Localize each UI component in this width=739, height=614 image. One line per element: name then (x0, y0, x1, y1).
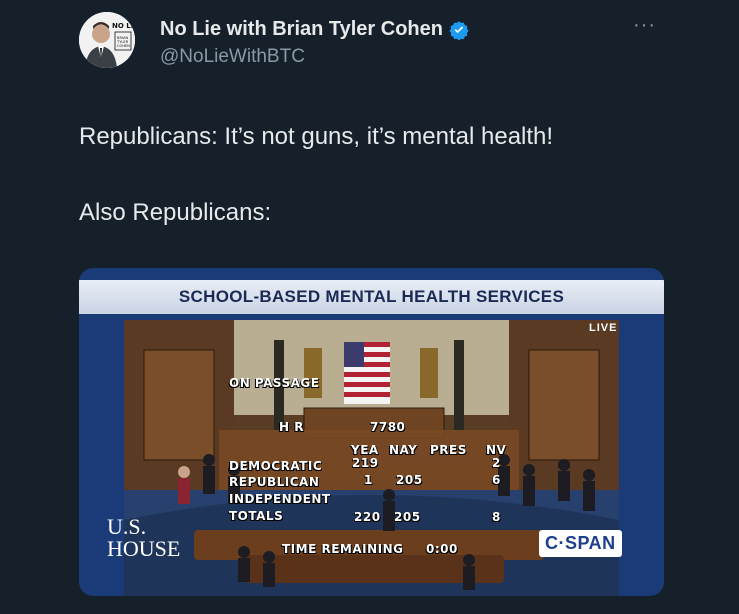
avatar[interactable]: NO LIE BRIAN TYLER COHEN (79, 12, 135, 68)
row-democratic: DEMOCRATIC (229, 459, 323, 473)
us-house-logo: U.S. HOUSE (107, 516, 180, 560)
tweet-text-line-2: Also Republicans: (79, 199, 272, 226)
dem-yea: 219 (352, 456, 379, 470)
col-nay: NAY (389, 443, 418, 457)
rep-nv: 6 (492, 473, 501, 487)
time-remaining-label: TIME REMAINING (282, 542, 404, 556)
on-passage-label: ON PASSAGE (229, 376, 320, 390)
tweet-text: Republicans: It’s not guns, it’s mental … (79, 120, 699, 272)
col-yea: YEA (351, 443, 379, 457)
row-republican: REPUBLICAN (229, 475, 320, 489)
us-house-logo-line-1: U.S. (107, 514, 147, 539)
author-display-name[interactable]: No Lie with Brian Tyler Cohen (160, 18, 469, 41)
tot-yea: 220 (354, 510, 381, 524)
col-pres: PRES (430, 443, 467, 457)
tweet-media[interactable]: SCHOOL-BASED MENTAL HEALTH SERVICES ON P… (79, 268, 664, 596)
hr-number: 7780 (370, 420, 406, 434)
us-house-logo-line-2: HOUSE (107, 536, 181, 561)
verified-badge-icon (449, 20, 469, 40)
avatar-image: NO LIE BRIAN TYLER COHEN (79, 12, 135, 68)
rep-yea: 1 (364, 473, 373, 487)
row-totals: TOTALS (229, 509, 284, 523)
live-badge: LIVE (589, 322, 618, 334)
avatar-logo: NO LIE (112, 22, 135, 30)
media-banner: SCHOOL-BASED MENTAL HEALTH SERVICES (79, 280, 664, 314)
american-flag-icon (344, 342, 390, 404)
author-handle[interactable]: @NoLieWithBTC (160, 46, 305, 68)
time-remaining-value: 0:00 (426, 542, 458, 556)
dem-nv: 2 (492, 456, 501, 470)
rep-nay: 205 (396, 473, 423, 487)
tot-nv: 8 (492, 510, 501, 524)
tweet-text-line-1: Republicans: It’s not guns, it’s mental … (79, 123, 554, 150)
cspan-logo: C·SPAN (539, 530, 622, 557)
hr-label: H R (279, 420, 304, 434)
svg-text:COHEN: COHEN (117, 44, 130, 48)
row-independent: INDEPENDENT (229, 492, 331, 506)
col-nv: NV (486, 443, 507, 457)
author-name-text[interactable]: No Lie with Brian Tyler Cohen (160, 18, 443, 41)
more-options-icon[interactable]: ··· (633, 14, 656, 37)
tot-nay: 205 (394, 510, 421, 524)
